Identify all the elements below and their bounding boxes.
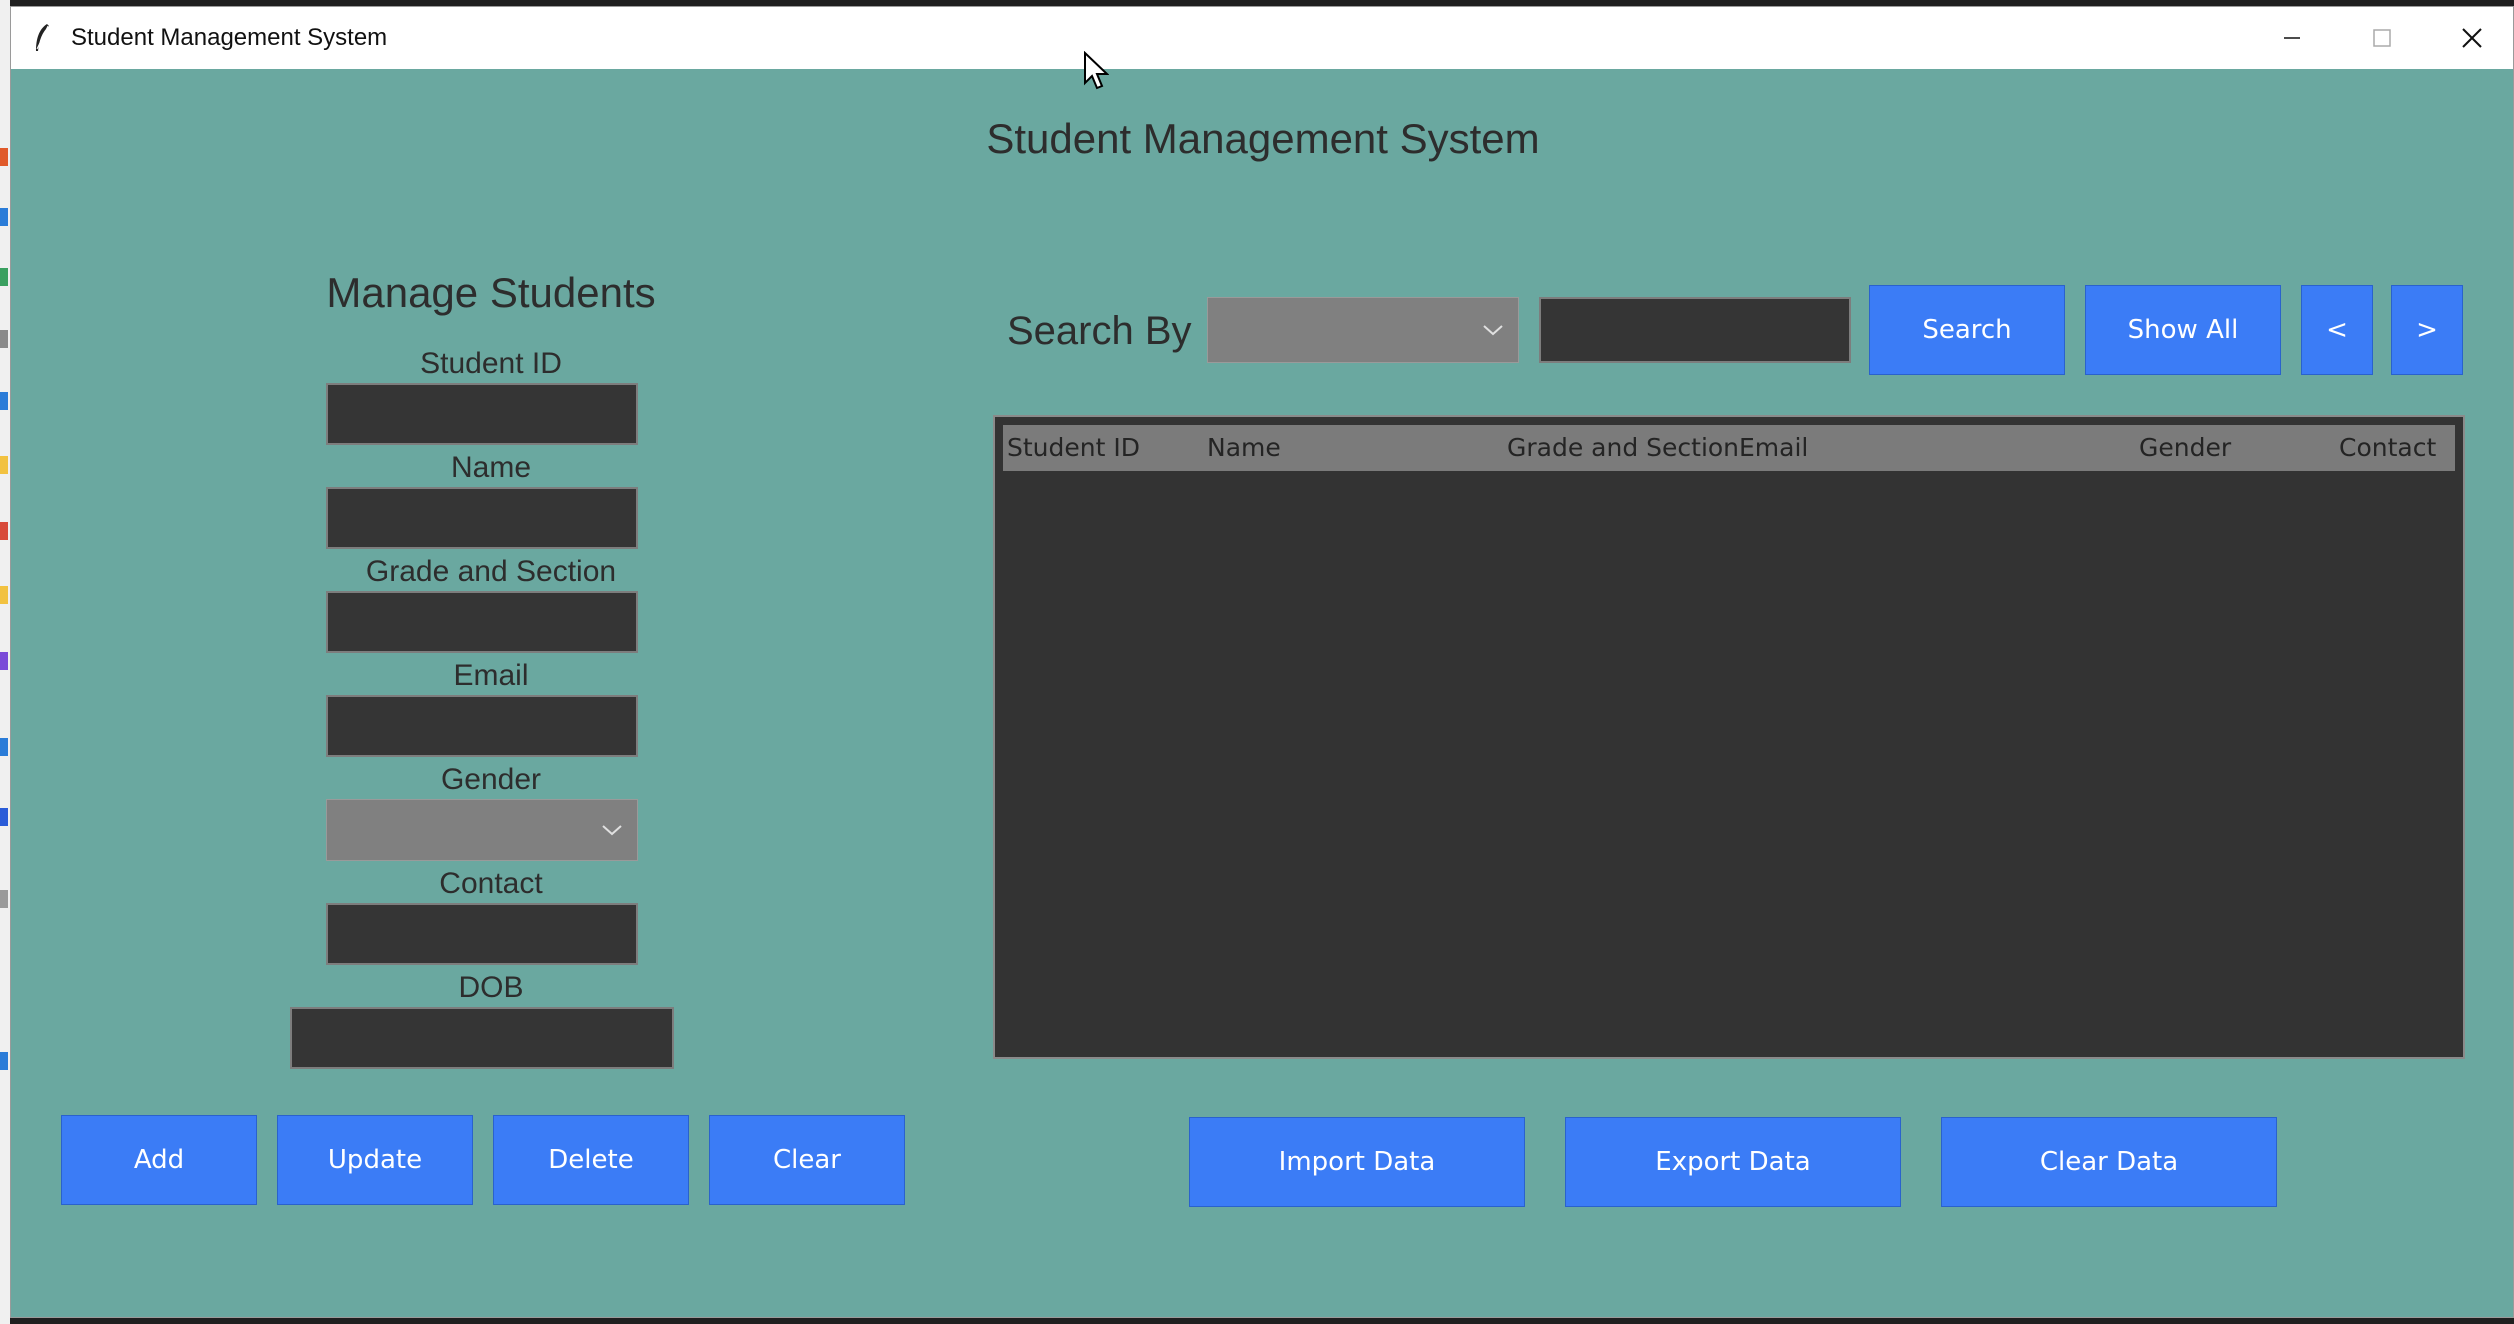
table-header: Student ID Name Grade and Section Email … (1003, 425, 2455, 471)
desktop-edge (0, 0, 10, 1324)
name-input[interactable] (326, 487, 638, 549)
export-data-button[interactable]: Export Data (1565, 1117, 1901, 1207)
student-id-label: Student ID (420, 347, 562, 380)
column-header-student-id[interactable]: Student ID (1007, 425, 1140, 471)
desktop-icon (0, 330, 8, 348)
desktop-icon (0, 738, 8, 756)
grade-section-label: Grade and Section (365, 555, 617, 588)
add-button[interactable]: Add (61, 1115, 257, 1205)
search-by-dropdown[interactable] (1207, 297, 1519, 363)
column-header-name[interactable]: Name (1207, 425, 1281, 471)
email-input[interactable] (326, 695, 638, 757)
column-header-grade-section[interactable]: Grade and Section (1507, 425, 1739, 471)
app-heading: Student Management System (986, 115, 1540, 162)
desktop-icon (0, 652, 8, 670)
search-input[interactable] (1539, 297, 1851, 363)
desktop-icon (0, 522, 8, 540)
desktop-icon (0, 890, 8, 908)
student-id-input[interactable] (326, 383, 638, 445)
desktop-icon (0, 456, 8, 474)
desktop-icon (0, 148, 8, 166)
desktop-icon (0, 268, 8, 286)
desktop-icon (0, 808, 8, 826)
clear-button[interactable]: Clear (709, 1115, 905, 1205)
dob-input[interactable] (290, 1007, 674, 1069)
column-header-gender[interactable]: Gender (2139, 425, 2231, 471)
previous-page-button[interactable]: < (2301, 285, 2373, 375)
gender-dropdown[interactable] (326, 799, 638, 861)
close-button[interactable] (2427, 7, 2514, 69)
desktop-icon (0, 208, 8, 226)
column-header-contact[interactable]: Contact (2339, 425, 2436, 471)
search-button[interactable]: Search (1869, 285, 2065, 375)
dob-label: DOB (458, 971, 524, 1004)
name-label: Name (450, 451, 532, 484)
students-table[interactable]: Student ID Name Grade and Section Email … (993, 415, 2465, 1059)
contact-label: Contact (439, 867, 543, 900)
chevron-down-icon (1483, 325, 1503, 336)
gender-label: Gender (440, 763, 542, 796)
import-data-button[interactable]: Import Data (1189, 1117, 1525, 1207)
minimize-icon (2284, 37, 2300, 39)
next-page-button[interactable]: > (2391, 285, 2463, 375)
app-window: Student Management System Student Manage… (10, 6, 2514, 1318)
desktop-icon (0, 1052, 8, 1070)
close-icon (2462, 28, 2482, 48)
grade-section-input[interactable] (326, 591, 638, 653)
window-title: Student Management System (71, 24, 388, 51)
manage-students-heading: Manage Students (326, 269, 656, 316)
delete-button[interactable]: Delete (493, 1115, 689, 1205)
mouse-cursor-icon (1084, 51, 1109, 90)
clear-data-button[interactable]: Clear Data (1941, 1117, 2277, 1207)
desktop-icon (0, 586, 8, 604)
title-bar[interactable]: Student Management System (11, 7, 2513, 69)
maximize-button[interactable] (2337, 7, 2427, 69)
maximize-icon (2373, 29, 2391, 47)
search-by-label: Search By (1007, 309, 1192, 353)
show-all-button[interactable]: Show All (2085, 285, 2281, 375)
contact-input[interactable] (326, 903, 638, 965)
update-button[interactable]: Update (277, 1115, 473, 1205)
column-header-email[interactable]: Email (1739, 425, 1808, 471)
email-label: Email (453, 659, 529, 692)
desktop-icon (0, 392, 8, 410)
tk-feather-icon (36, 24, 49, 51)
minimize-button[interactable] (2247, 7, 2337, 69)
chevron-down-icon (602, 825, 622, 836)
